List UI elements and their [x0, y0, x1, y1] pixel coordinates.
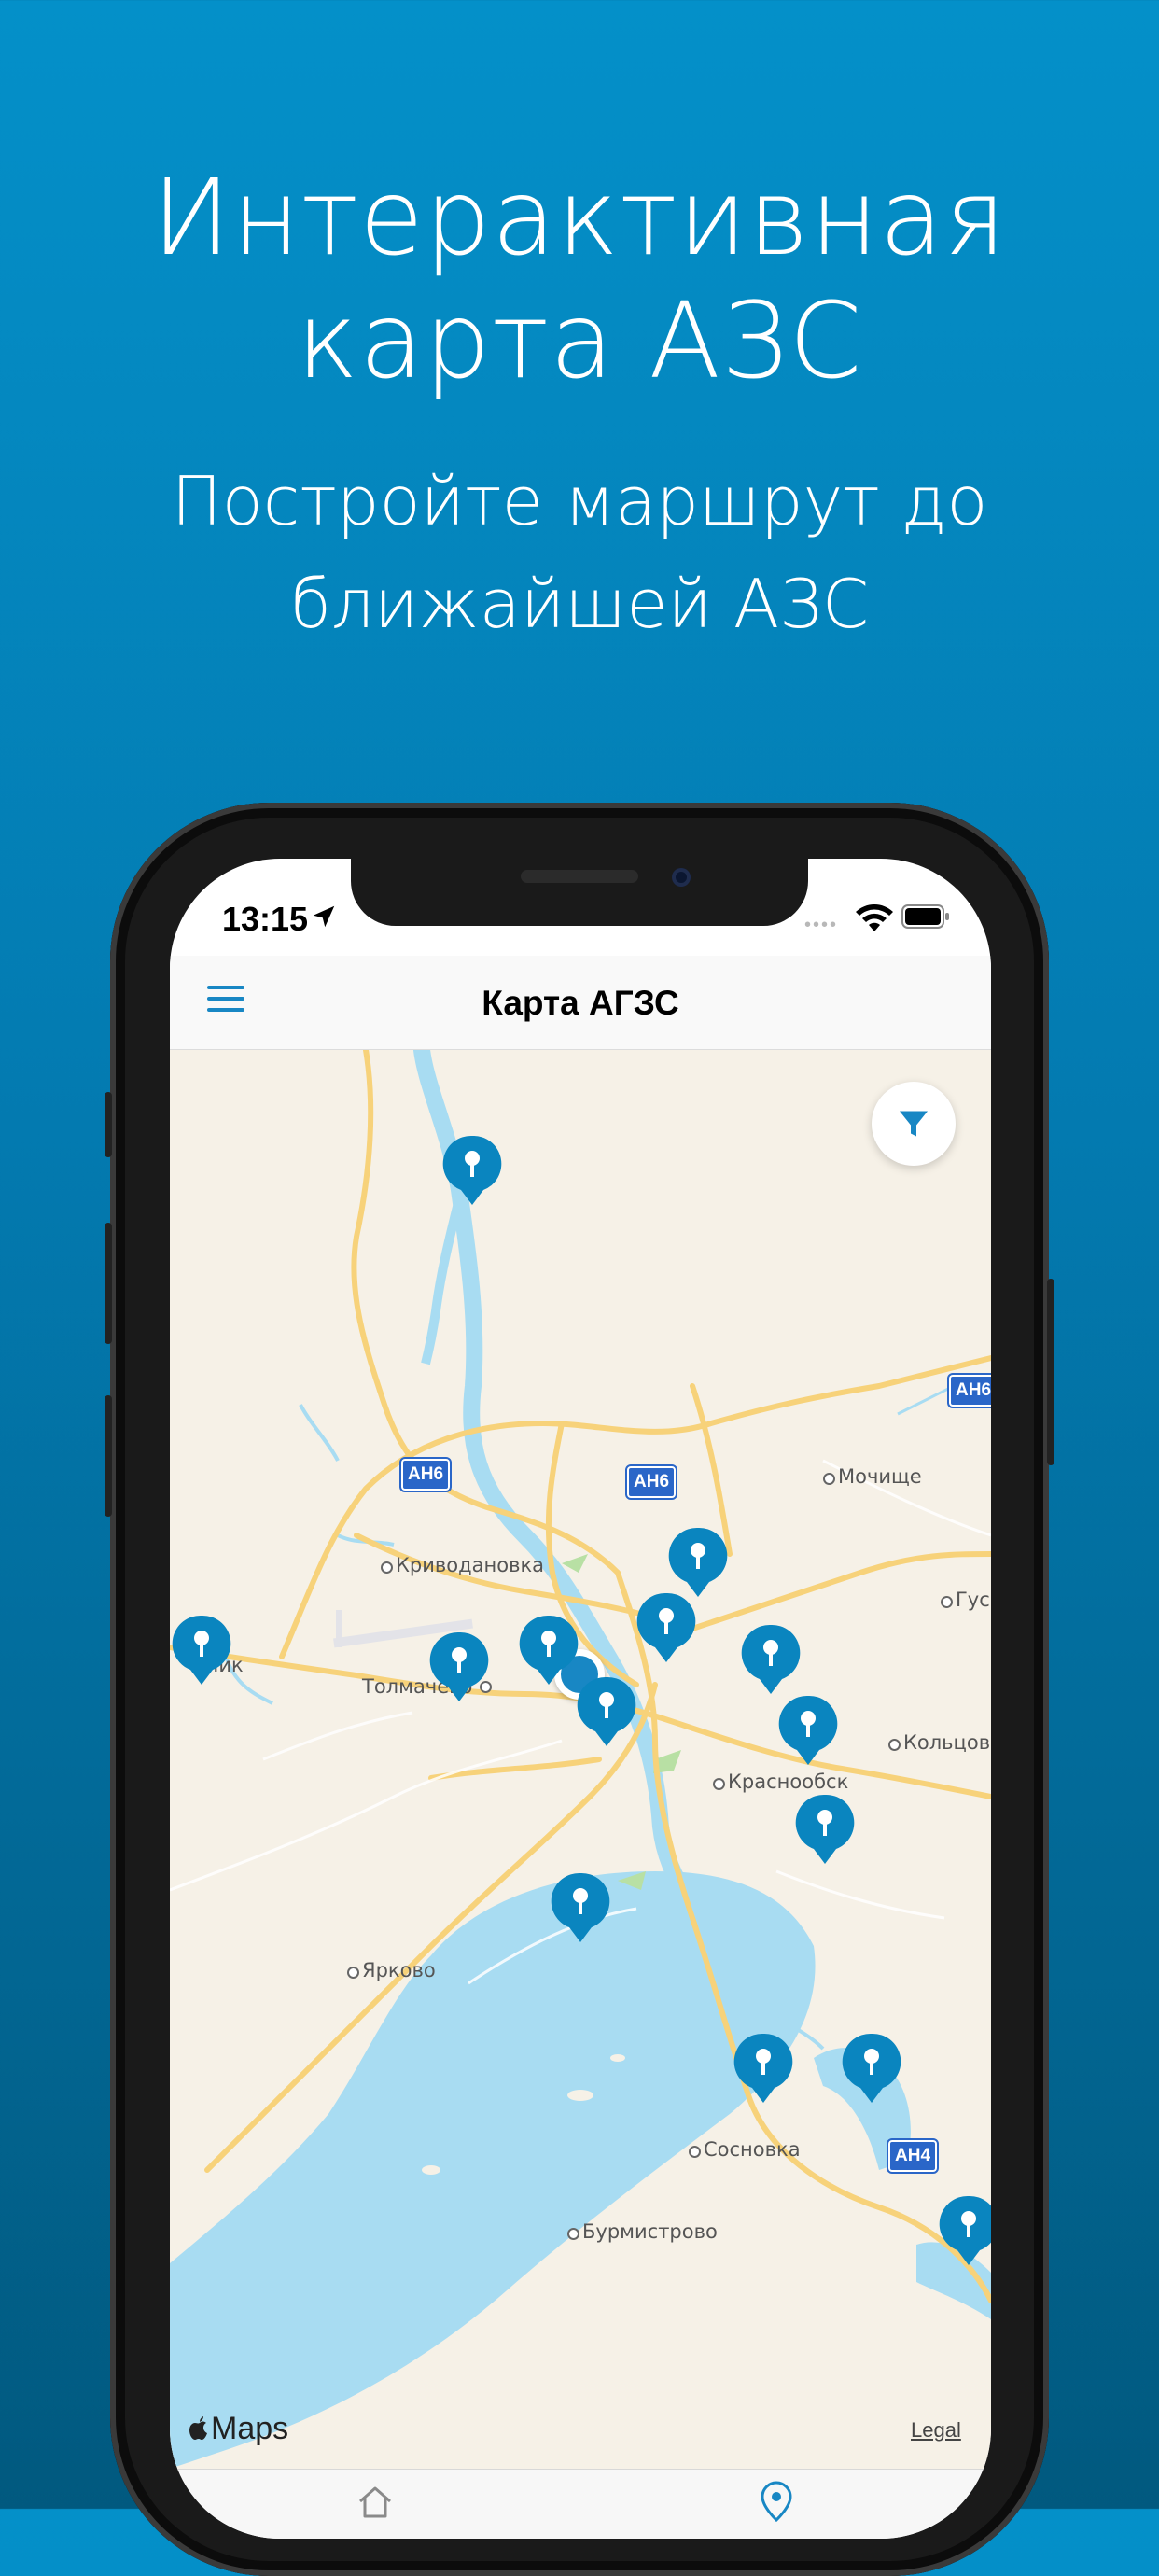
- location-arrow-icon: [313, 905, 335, 928]
- gas-station-pin-icon[interactable]: [429, 1631, 489, 1703]
- road-shield: АН6: [624, 1464, 678, 1500]
- place-label: Криводановка: [396, 1554, 545, 1576]
- battery-icon: [901, 904, 949, 929]
- phone-screen: 13:15 •••• Карта АГЗС АН6 АН6 АН6 АН4 Мо…: [170, 859, 991, 2539]
- tab-bar: [170, 2469, 991, 2539]
- place-marker: [567, 2228, 580, 2240]
- filter-icon: [900, 1111, 928, 1137]
- gas-station-pin-icon[interactable]: [733, 2032, 793, 2105]
- maps-brand-text: Maps: [211, 2411, 289, 2446]
- filter-button[interactable]: [872, 1082, 956, 1166]
- place-label: Мочище: [838, 1465, 922, 1488]
- subline-line-1: Постройте маршрут до: [171, 462, 988, 540]
- place-label: Ярково: [362, 1959, 436, 1981]
- place-marker: [823, 1473, 835, 1485]
- place-marker: [689, 2146, 701, 2158]
- promo-headline: Интерактивная карта АЗС: [0, 157, 1159, 403]
- place-marker: [347, 1967, 359, 1979]
- place-label: Гус: [956, 1589, 990, 1611]
- status-time: 13:15: [222, 900, 309, 938]
- gas-station-pin-icon[interactable]: [172, 1614, 231, 1687]
- place-marker: [941, 1596, 953, 1608]
- road-shield: АН6: [398, 1457, 453, 1492]
- gas-station-pin-icon[interactable]: [795, 1793, 855, 1866]
- power-button: [1047, 1279, 1054, 1465]
- place-label: Сосновка: [704, 2138, 801, 2161]
- apple-maps-attribution: Maps: [189, 2411, 288, 2447]
- gas-station-pin-icon[interactable]: [668, 1526, 728, 1599]
- headline-line-1: Интерактивная: [151, 158, 1008, 279]
- gas-station-pin-icon[interactable]: [636, 1591, 696, 1664]
- earpiece-speaker: [521, 870, 638, 883]
- gas-station-pin-icon[interactable]: [577, 1675, 636, 1748]
- gas-station-pin-icon[interactable]: [519, 1614, 579, 1687]
- gas-station-pin-icon[interactable]: [741, 1623, 801, 1696]
- gas-station-pin-icon[interactable]: [939, 2194, 991, 2267]
- place-marker: [381, 1561, 393, 1574]
- map-pin-icon[interactable]: [760, 2481, 793, 2522]
- phone-notch: [351, 859, 808, 926]
- promo-subline: Постройте маршрут до ближайшей АЗС: [0, 450, 1159, 655]
- page-title: Карта АГЗС: [482, 984, 679, 1022]
- apple-logo-icon: [189, 2416, 207, 2440]
- signal-indicator: ••••: [804, 915, 839, 935]
- place-marker: [713, 1778, 725, 1790]
- navigation-bar: Карта АГЗС: [170, 956, 991, 1050]
- gas-station-pin-icon[interactable]: [778, 1694, 838, 1767]
- gas-station-pin-icon[interactable]: [442, 1134, 502, 1207]
- place-marker: [888, 1739, 901, 1751]
- legal-link[interactable]: Legal: [911, 2418, 961, 2443]
- volume-down-button: [105, 1395, 112, 1517]
- gas-station-pin-icon[interactable]: [842, 2032, 901, 2105]
- front-camera: [672, 868, 691, 887]
- road-shield: АН6: [946, 1373, 991, 1408]
- road-shield: АН4: [886, 2138, 940, 2174]
- wifi-icon: [856, 904, 893, 931]
- map-view[interactable]: АН6 АН6 АН6 АН4 Мочище Криводановка Гус …: [170, 1050, 991, 2469]
- map-canvas[interactable]: [170, 1050, 991, 2469]
- subline-line-2: ближайшей АЗС: [289, 565, 870, 643]
- gas-station-pin-icon[interactable]: [551, 1871, 610, 1944]
- place-label: Кольцово: [903, 1731, 991, 1754]
- headline-line-2: карта АЗС: [296, 281, 863, 402]
- place-label: Бурмистрово: [582, 2220, 718, 2243]
- home-icon[interactable]: [356, 2483, 394, 2520]
- volume-up-button: [105, 1223, 112, 1344]
- place-label: Краснообск: [728, 1771, 849, 1793]
- silent-switch: [105, 1092, 112, 1157]
